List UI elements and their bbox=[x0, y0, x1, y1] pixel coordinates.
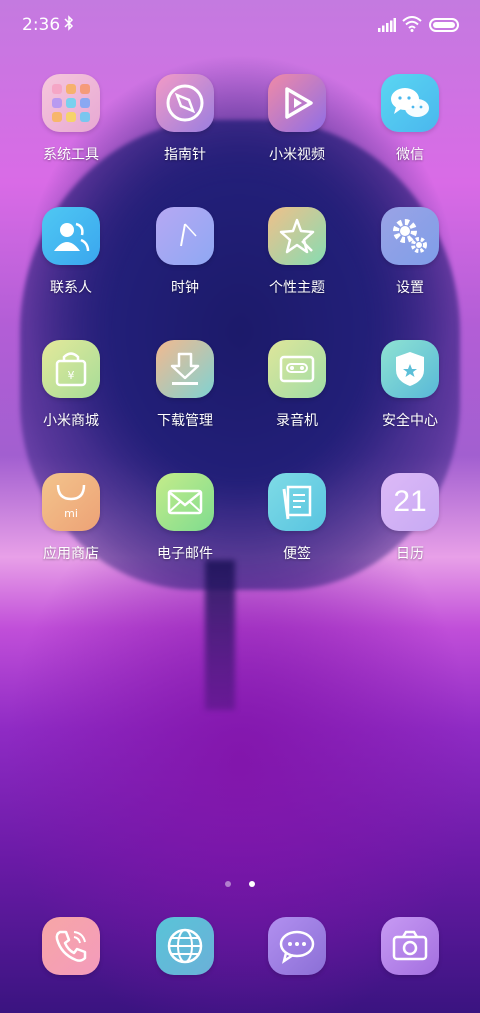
mail-icon bbox=[156, 473, 214, 531]
wechat-icon bbox=[381, 74, 439, 132]
signal-icon bbox=[378, 18, 396, 32]
app-email[interactable]: 电子邮件 bbox=[135, 473, 235, 563]
app-mi-video[interactable]: 小米视频 bbox=[247, 74, 347, 164]
status-bar: 2:36 bbox=[0, 0, 480, 52]
browser-globe-icon bbox=[156, 917, 214, 975]
app-label: 时钟 bbox=[171, 280, 199, 296]
dock-messages[interactable] bbox=[247, 917, 347, 975]
app-notes[interactable]: 便签 bbox=[247, 473, 347, 563]
app-label: 录音机 bbox=[276, 413, 318, 429]
app-label: 小米视频 bbox=[269, 147, 325, 163]
app-settings[interactable]: 设置 bbox=[360, 207, 460, 297]
app-wechat[interactable]: 微信 bbox=[360, 74, 460, 164]
app-label: 安全中心 bbox=[382, 413, 438, 429]
compass-icon bbox=[156, 74, 214, 132]
app-recorder[interactable]: 录音机 bbox=[247, 340, 347, 430]
shopping-bag-icon: ¥ bbox=[42, 340, 100, 398]
app-label: 联系人 bbox=[50, 280, 92, 296]
dock-phone[interactable] bbox=[21, 917, 121, 975]
messages-icon bbox=[268, 917, 326, 975]
phone-icon bbox=[42, 917, 100, 975]
app-label: 指南针 bbox=[164, 147, 206, 163]
shield-icon bbox=[381, 340, 439, 398]
wallpaper-trunk bbox=[205, 560, 235, 710]
calendar-date: 21 bbox=[393, 485, 427, 518]
app-label: 应用商店 bbox=[43, 546, 99, 562]
download-icon bbox=[156, 340, 214, 398]
app-label: 个性主题 bbox=[269, 280, 325, 296]
app-app-store[interactable]: mi 应用商店 bbox=[21, 473, 121, 563]
dock-browser[interactable] bbox=[135, 917, 235, 975]
bluetooth-icon bbox=[64, 15, 74, 31]
wifi-icon bbox=[402, 16, 422, 32]
app-label: 下载管理 bbox=[157, 413, 213, 429]
app-label: 便签 bbox=[283, 546, 311, 562]
gear-icon bbox=[381, 207, 439, 265]
app-security-center[interactable]: 安全中心 bbox=[360, 340, 460, 430]
app-calendar[interactable]: 21 日历 bbox=[360, 473, 460, 563]
play-icon bbox=[268, 74, 326, 132]
calendar-icon: 21 bbox=[381, 473, 439, 531]
page-indicator[interactable] bbox=[0, 872, 480, 891]
app-mi-store[interactable]: ¥ 小米商城 bbox=[21, 340, 121, 430]
app-label: 小米商城 bbox=[43, 413, 99, 429]
notes-icon bbox=[268, 473, 326, 531]
app-system-tools[interactable]: 系统工具 bbox=[21, 74, 121, 164]
dock-camera[interactable] bbox=[360, 917, 460, 975]
svg-text:mi: mi bbox=[64, 507, 78, 520]
page-dot[interactable] bbox=[225, 881, 232, 887]
app-themes[interactable]: 个性主题 bbox=[247, 207, 347, 297]
app-label: 设置 bbox=[396, 280, 424, 296]
app-label: 日历 bbox=[396, 546, 424, 562]
status-time: 2:36 bbox=[22, 15, 61, 35]
theme-star-icon bbox=[268, 207, 326, 265]
app-clock[interactable]: 时钟 bbox=[135, 207, 235, 297]
app-contacts[interactable]: 联系人 bbox=[21, 207, 121, 297]
battery-icon bbox=[429, 18, 459, 32]
page-dot-active[interactable] bbox=[248, 881, 255, 887]
folder-icon bbox=[42, 74, 100, 132]
app-label: 电子邮件 bbox=[157, 546, 213, 562]
svg-text:¥: ¥ bbox=[68, 369, 75, 382]
clock-icon bbox=[156, 207, 214, 265]
app-store-bag-icon: mi bbox=[42, 473, 100, 531]
camera-icon bbox=[381, 917, 439, 975]
app-label: 微信 bbox=[396, 147, 424, 163]
app-downloads[interactable]: 下载管理 bbox=[135, 340, 235, 430]
cassette-icon bbox=[268, 340, 326, 398]
contacts-icon bbox=[42, 207, 100, 265]
app-label: 系统工具 bbox=[43, 147, 99, 163]
app-compass[interactable]: 指南针 bbox=[135, 74, 235, 164]
